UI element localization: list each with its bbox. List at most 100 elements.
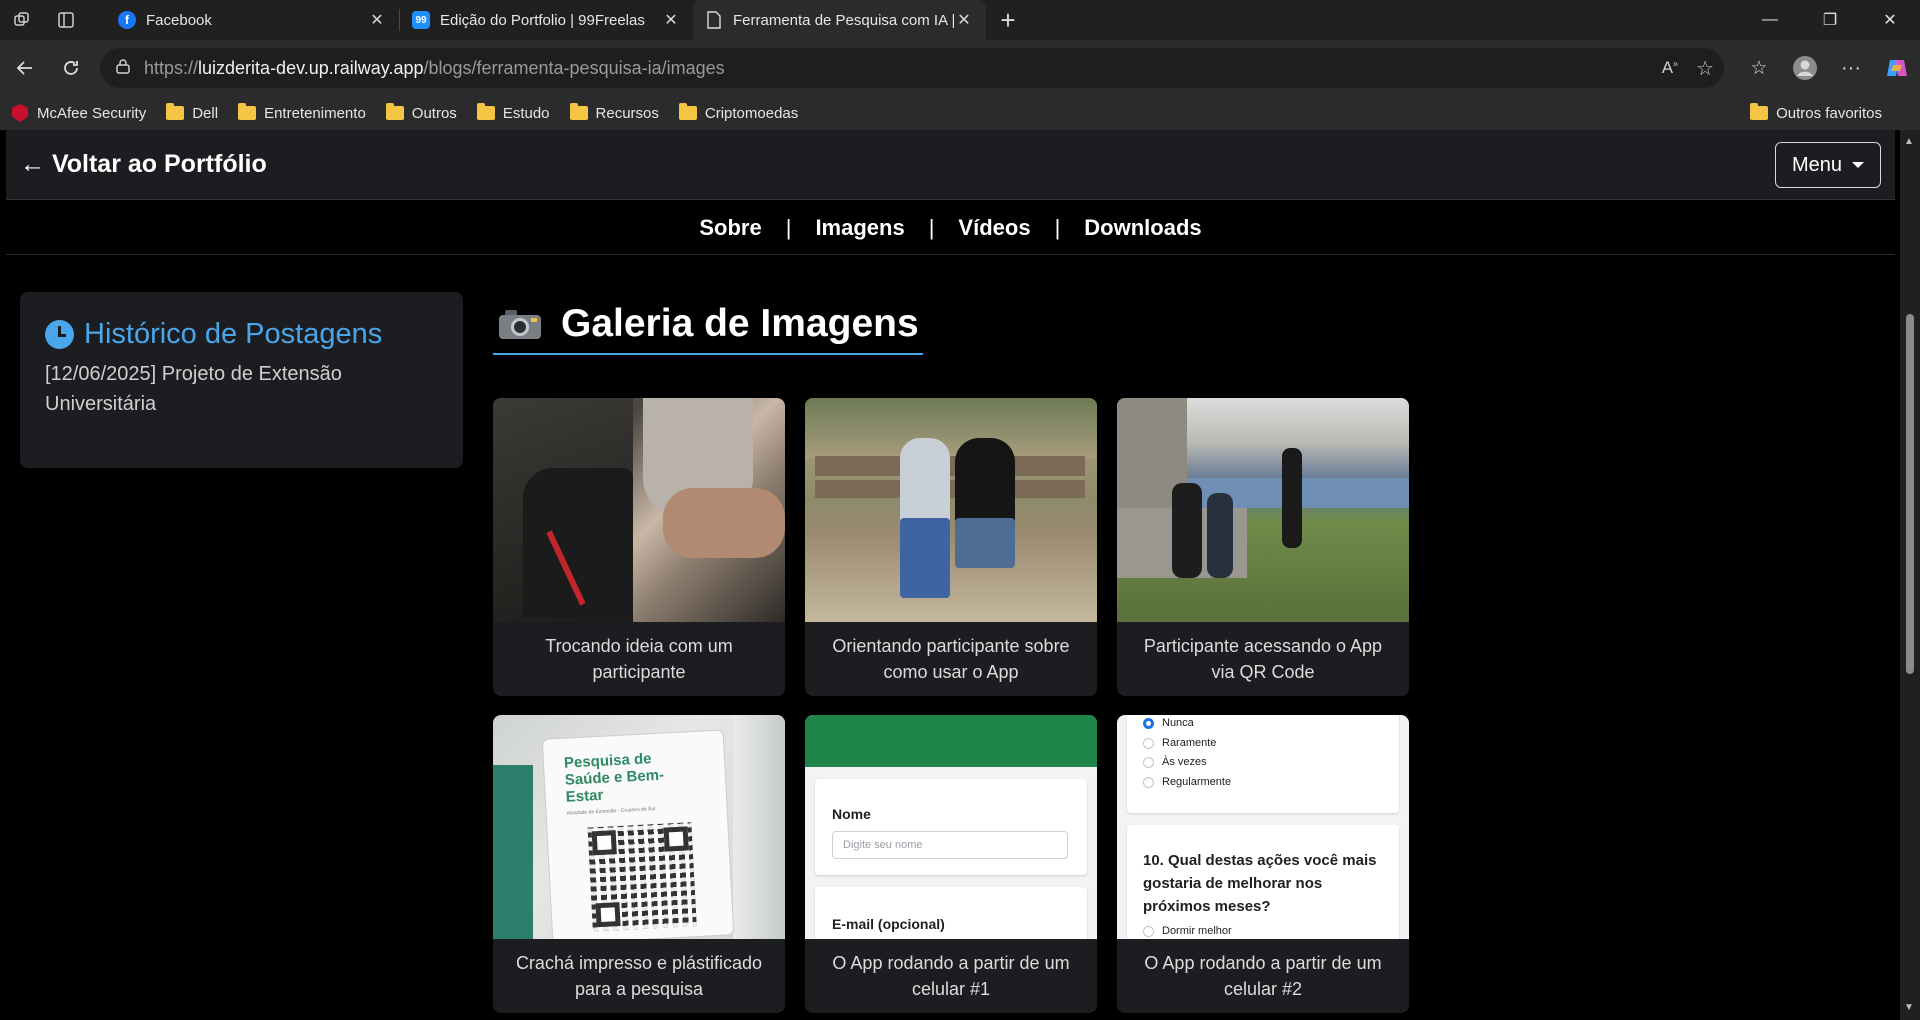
gallery-photo[interactable] bbox=[805, 398, 1097, 622]
nav-link-imagens[interactable]: Imagens bbox=[815, 215, 904, 241]
gallery-card[interactable]: Participante acessando o App via QR Code bbox=[1117, 398, 1409, 696]
address-bar: https://luizderita-dev.up.railway.app/bl… bbox=[0, 40, 1920, 96]
bookmark-label: Entretenimento bbox=[264, 104, 366, 122]
bookmark-entretenimento[interactable]: Entretenimento bbox=[238, 103, 366, 122]
reload-icon[interactable] bbox=[48, 48, 94, 88]
gallery-card[interactable]: Nunca Raramente Às vezes Regularmente 10… bbox=[1117, 715, 1409, 1013]
more-options-icon[interactable]: ··· bbox=[1828, 48, 1874, 88]
app-option-label: Nunca bbox=[1162, 717, 1194, 729]
scroll-up-icon[interactable]: ▲ bbox=[1904, 136, 1914, 147]
nav-separator: | bbox=[1054, 214, 1061, 240]
post-history-sidebar: Histórico de Postagens [12/06/2025] Proj… bbox=[20, 292, 463, 468]
vertical-tabs-icon[interactable] bbox=[44, 0, 88, 40]
close-window-icon[interactable]: ✕ bbox=[1860, 0, 1920, 40]
folder-icon bbox=[166, 103, 185, 120]
nav-separator: | bbox=[785, 214, 792, 240]
workspaces-icon[interactable] bbox=[0, 0, 44, 40]
photo-detail bbox=[805, 398, 1097, 458]
nav-link-sobre[interactable]: Sobre bbox=[699, 215, 761, 241]
restore-icon[interactable]: ❐ bbox=[1800, 0, 1860, 40]
gallery-caption: Crachá impresso e plástificado para a pe… bbox=[515, 953, 763, 999]
clock-icon bbox=[45, 320, 74, 349]
gallery-card[interactable]: Trocando ideia com um participante bbox=[493, 398, 785, 696]
back-icon[interactable] bbox=[2, 48, 48, 88]
close-tab-icon[interactable]: ✕ bbox=[367, 10, 387, 30]
gallery-card[interactable]: Nome Digite seu nome E-mail (opcional) O… bbox=[805, 715, 1097, 1013]
bookmark-label: Estudo bbox=[502, 104, 550, 122]
bookmark-outros[interactable]: Outros bbox=[385, 103, 457, 122]
tab-bar: f Facebook ✕ 99 Edição do Portfolio | 99… bbox=[0, 0, 1920, 40]
url-input[interactable]: https://luizderita-dev.up.railway.app/bl… bbox=[100, 48, 1724, 88]
tab-99freelas[interactable]: 99 Edição do Portfolio | 99Freelas ✕ bbox=[400, 0, 693, 40]
app-field-label: E-mail (opcional) bbox=[832, 916, 945, 932]
tab-ferramenta[interactable]: Ferramenta de Pesquisa com IA | L ✕ bbox=[693, 0, 986, 40]
bookmark-label: McAfee Security bbox=[37, 104, 147, 122]
post-history-entry[interactable]: [12/06/2025] Projeto de Extensão Univers… bbox=[45, 359, 438, 419]
new-tab-button[interactable]: + bbox=[986, 0, 1030, 40]
badge-title: Pesquisa de Saúde e Bem- Estar bbox=[564, 750, 666, 806]
app-option-label: Dormir melhor bbox=[1162, 925, 1232, 937]
menu-dropdown-button[interactable]: Menu bbox=[1775, 142, 1881, 188]
gallery-card[interactable]: Pesquisa de Saúde e Bem- Estar Atividade… bbox=[493, 715, 785, 1013]
bookmark-mcafee[interactable]: McAfee Security bbox=[12, 104, 146, 122]
gallery-photo[interactable] bbox=[493, 398, 785, 622]
nav-separator: | bbox=[928, 214, 935, 240]
back-to-portfolio-link[interactable]: ← Voltar ao Portfólio bbox=[20, 150, 267, 179]
minimize-icon[interactable]: — bbox=[1740, 0, 1800, 40]
tab-title: Ferramenta de Pesquisa com IA | L bbox=[733, 11, 954, 29]
mcafee-icon bbox=[12, 104, 28, 122]
toolbar-right: ☆ ··· bbox=[1736, 40, 1920, 96]
bookmark-criptomoedas[interactable]: Criptomoedas bbox=[678, 103, 799, 122]
bookmark-outros-favoritos[interactable]: Outros favoritos bbox=[1750, 103, 1882, 122]
gallery-photo[interactable] bbox=[1117, 398, 1409, 622]
bookmark-label: Outros bbox=[411, 104, 457, 122]
photo-detail bbox=[493, 765, 533, 939]
close-tab-icon[interactable]: ✕ bbox=[661, 10, 681, 30]
favorites-icon[interactable]: ☆ bbox=[1736, 48, 1782, 88]
star-icon[interactable]: ☆ bbox=[1696, 56, 1714, 81]
bookmark-estudo[interactable]: Estudo bbox=[476, 103, 550, 122]
photo-detail bbox=[955, 518, 1015, 568]
nav-link-videos[interactable]: Vídeos bbox=[958, 215, 1030, 241]
omnibox-actions: A» ☆ bbox=[1662, 48, 1714, 88]
gallery-caption: Participante acessando o App via QR Code bbox=[1143, 636, 1383, 682]
app-radio-option: Dormir melhor bbox=[1143, 925, 1232, 937]
copilot-icon[interactable] bbox=[1874, 48, 1920, 88]
url-scheme: https:// bbox=[144, 57, 199, 78]
profile-avatar[interactable] bbox=[1782, 48, 1828, 88]
close-tab-icon[interactable]: ✕ bbox=[954, 10, 974, 30]
qr-code-icon bbox=[587, 822, 697, 932]
page-scrollbar[interactable]: ▲ ▼ bbox=[1900, 130, 1920, 1020]
folder-icon bbox=[678, 103, 697, 120]
gallery-screenshot[interactable]: Nunca Raramente Às vezes Regularmente 10… bbox=[1117, 715, 1409, 939]
app-radio-option: Nunca bbox=[1143, 717, 1194, 729]
gallery-screenshot[interactable]: Nome Digite seu nome E-mail (opcional) bbox=[805, 715, 1097, 939]
scroll-down-icon[interactable]: ▼ bbox=[1904, 1002, 1914, 1013]
bookmark-label: Dell bbox=[192, 104, 219, 122]
photo-detail bbox=[815, 456, 1085, 476]
sidebar-heading: Histórico de Postagens bbox=[45, 318, 438, 351]
window-controls: — ❐ ✕ bbox=[1740, 0, 1920, 40]
folder-icon bbox=[569, 103, 588, 120]
nav-link-downloads[interactable]: Downloads bbox=[1084, 215, 1201, 241]
app-field-label: Nome bbox=[832, 806, 871, 822]
gallery-title: Galeria de Imagens bbox=[561, 302, 919, 345]
badge-subtitle: Atividade de Extensão - Cruzeiro do Sul bbox=[566, 806, 656, 817]
app-name-field: Digite seu nome bbox=[832, 831, 1068, 859]
gallery-photo[interactable]: Pesquisa de Saúde e Bem- Estar Atividade… bbox=[493, 715, 785, 939]
radio-selected-icon bbox=[1143, 717, 1154, 729]
gallery-caption: Orientando participante sobre como usar … bbox=[832, 636, 1070, 682]
bookmark-label: Criptomoedas bbox=[704, 104, 799, 122]
bookmark-dell[interactable]: Dell bbox=[166, 103, 219, 122]
tab-facebook[interactable]: f Facebook ✕ bbox=[106, 0, 399, 40]
radio-icon bbox=[1143, 737, 1154, 749]
lock-icon[interactable] bbox=[116, 58, 130, 79]
gallery-card[interactable]: Orientando participante sobre como usar … bbox=[805, 398, 1097, 696]
app-option-label: Às vezes bbox=[1162, 756, 1207, 768]
app-panel bbox=[815, 779, 1087, 875]
bookmark-recursos[interactable]: Recursos bbox=[569, 103, 659, 122]
99freelas-icon: 99 bbox=[412, 11, 430, 29]
read-aloud-icon[interactable]: A» bbox=[1662, 58, 1678, 78]
scrollbar-thumb[interactable] bbox=[1906, 314, 1914, 674]
app-radio-option: Regularmente bbox=[1143, 776, 1231, 788]
